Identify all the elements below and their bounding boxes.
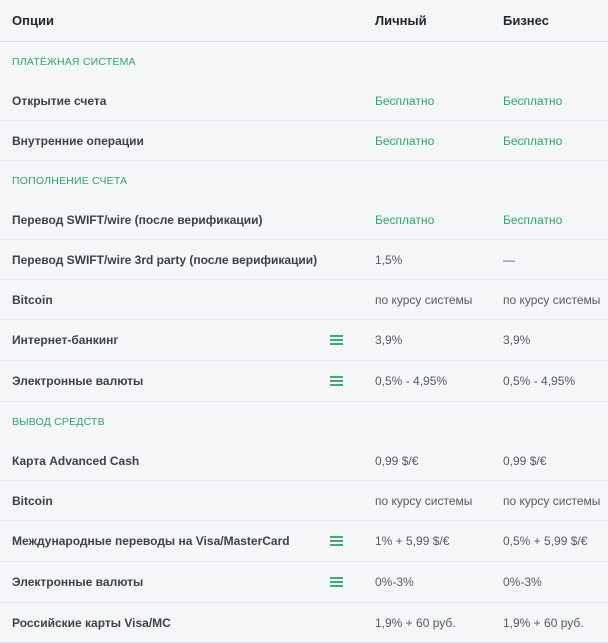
personal-value: 0,5% - 4,95% (375, 374, 448, 388)
menu-icon[interactable] (330, 334, 343, 346)
section-title: ПОПОЛНЕНИЕ СЧЕТА (12, 174, 128, 187)
table-row: Bitcoin по курсу системы по курсу системы (0, 481, 608, 521)
personal-value: Бесплатно (375, 133, 435, 148)
business-value: по курсу системы (503, 292, 601, 307)
section-title: ПЛАТЁЖНАЯ СИСТЕМА (12, 55, 136, 68)
menu-icon[interactable] (330, 576, 343, 588)
menu-icon[interactable] (330, 375, 343, 387)
table-row: Перевод SWIFT/wire (после верификации) Бе… (0, 200, 608, 240)
option-name: Электронные валюты (12, 575, 144, 589)
personal-value: Бесплатно (375, 93, 435, 108)
table-row: Интернет-банкинг 3,9% 3,9% (0, 320, 608, 361)
header-personal: Личный (375, 13, 427, 28)
option-name: Международные переводы на Visa/MasterCar… (12, 534, 290, 548)
personal-value: Бесплатно (375, 212, 435, 227)
personal-value: по курсу системы (375, 493, 473, 508)
option-name: Интернет-банкинг (12, 333, 119, 347)
header-options: Опции (12, 13, 54, 28)
option-name: Российские карты Visa/MC (12, 615, 171, 630)
personal-value: 0%-3% (375, 575, 414, 589)
section-title: ВЫВОД СРЕДСТВ (12, 415, 105, 428)
business-value: 0,5% + 5,99 $/€ (503, 534, 588, 548)
option-name: Карта Advanced Cash (12, 453, 140, 468)
fees-table: Опции Личный Бизнес ПЛАТЁЖНАЯ СИСТЕМА Отк… (0, 0, 608, 643)
table-body: ПЛАТЁЖНАЯ СИСТЕМА Открытие счета Бесплатно… (0, 42, 608, 643)
table-row: Bitcoin по курсу системы по курсу системы (0, 280, 608, 320)
option-name: Перевод SWIFT/wire (после верификации) (12, 212, 263, 227)
personal-value: 0,99 $/€ (375, 453, 419, 468)
option-name: Открытие счета (12, 93, 107, 108)
personal-value: 1% + 5,99 $/€ (375, 534, 450, 548)
table-row: Электронные валюты 0%-3% 0%-3% (0, 562, 608, 603)
section-header: ПЛАТЁЖНАЯ СИСТЕМА (0, 42, 608, 81)
table-row: Российские карты Visa/MC 1,9% + 60 руб. 1,… (0, 603, 608, 643)
menu-icon[interactable] (330, 535, 343, 547)
business-value: Бесплатно (503, 212, 563, 227)
personal-value: по курсу системы (375, 292, 473, 307)
header-business: Бизнес (503, 13, 549, 28)
personal-value: 3,9% (375, 333, 403, 347)
table-row: Электронные валюты 0,5% - 4,95% 0,5% - 4,9… (0, 361, 608, 402)
business-value: 3,9% (503, 333, 531, 347)
table-header: Опции Личный Бизнес (0, 0, 608, 42)
business-value: 1,9% + 60 руб. (503, 615, 584, 630)
option-name: Bitcoin (12, 493, 53, 508)
business-value: Бесплатно (503, 133, 563, 148)
option-name: Перевод SWIFT/wire 3rd party (после вери… (12, 252, 318, 267)
personal-value: 1,9% + 60 руб. (375, 615, 456, 630)
business-value: Бесплатно (503, 93, 563, 108)
business-value: 0,99 $/€ (503, 453, 547, 468)
table-row: Международные переводы на Visa/MasterCar… (0, 521, 608, 562)
option-name: Электронные валюты (12, 374, 144, 388)
business-value: по курсу системы (503, 493, 601, 508)
option-name: Bitcoin (12, 292, 53, 307)
business-value: — (503, 252, 515, 267)
business-value: 0,5% - 4,95% (503, 374, 576, 388)
section-header: ПОПОЛНЕНИЕ СЧЕТА (0, 161, 608, 200)
table-row: Внутренние операции Бесплатно Бесплатно (0, 121, 608, 161)
business-value: 0%-3% (503, 575, 542, 589)
table-row: Перевод SWIFT/wire 3rd party (после вери… (0, 240, 608, 280)
section-header: ВЫВОД СРЕДСТВ (0, 402, 608, 441)
table-row: Карта Advanced Cash 0,99 $/€ 0,99 $/€ (0, 441, 608, 481)
option-name: Внутренние операции (12, 133, 144, 148)
personal-value: 1,5% (375, 252, 403, 267)
table-row: Открытие счета Бесплатно Бесплатно (0, 81, 608, 121)
